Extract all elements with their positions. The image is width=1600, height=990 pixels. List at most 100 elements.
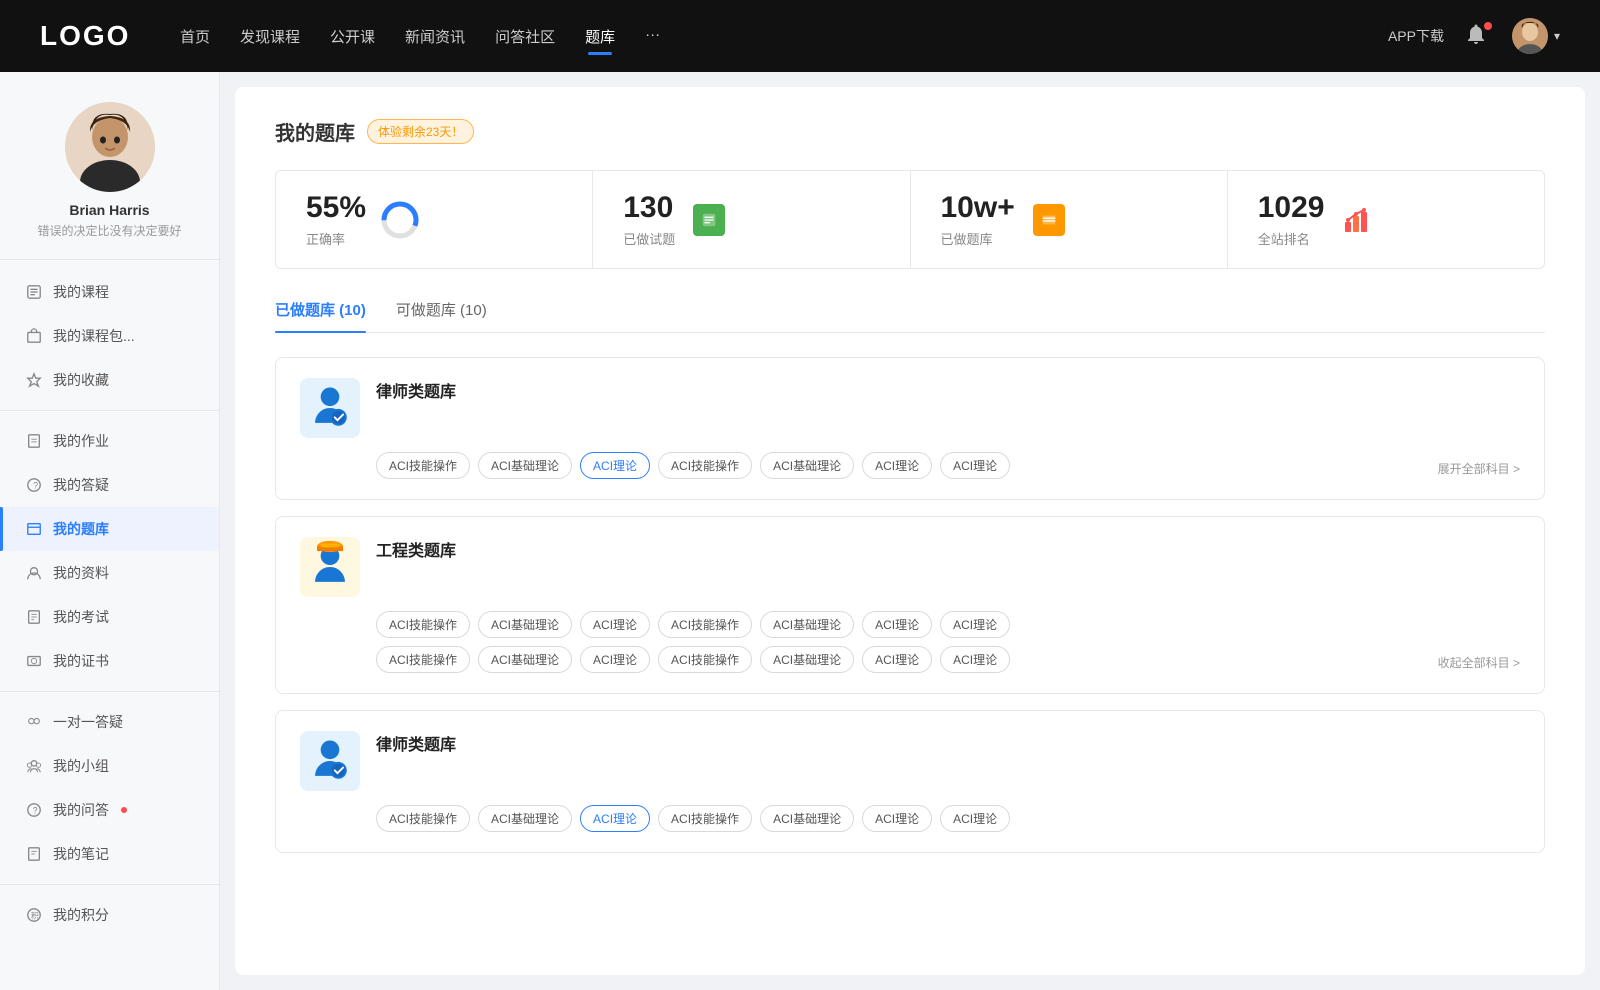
sidebar-profile: Brian Harris 错误的决定比没有决定要好 — [0, 102, 219, 260]
tag-2-r2-1[interactable]: ACI基础理论 — [478, 646, 572, 673]
tag-2-r2-5[interactable]: ACI理论 — [862, 646, 932, 673]
tag-2-r2-0[interactable]: ACI技能操作 — [376, 646, 470, 673]
sidebar-item-points[interactable]: 积 我的积分 — [0, 893, 219, 937]
nav-bank[interactable]: 题库 — [585, 22, 615, 51]
app-download-link[interactable]: APP下载 — [1388, 26, 1444, 46]
sidebar-label-notes: 我的笔记 — [53, 844, 109, 864]
page-title-row: 我的题库 体验剩余23天！ — [275, 117, 1545, 146]
nav-home[interactable]: 首页 — [180, 22, 210, 51]
nav-qa[interactable]: 问答社区 — [495, 22, 555, 51]
sidebar-item-qa[interactable]: ? 我的答疑 — [0, 463, 219, 507]
sidebar-item-group[interactable]: 我的小组 — [0, 744, 219, 788]
sidebar-item-exam[interactable]: 我的考试 — [0, 595, 219, 639]
sidebar-item-bank[interactable]: 我的题库 — [0, 507, 219, 551]
sidebar-label-points: 我的积分 — [53, 905, 109, 925]
qbank-tags-2-row2: ACI技能操作 ACI基础理论 ACI理论 ACI技能操作 ACI基础理论 AC… — [376, 646, 1520, 673]
tag-1-4[interactable]: ACI基础理论 — [760, 452, 854, 479]
tab-available[interactable]: 可做题库 (10) — [396, 299, 487, 332]
sidebar-item-notes[interactable]: 我的笔记 — [0, 832, 219, 876]
sidebar-label-group: 我的小组 — [53, 756, 109, 776]
tag-2-r2-3[interactable]: ACI技能操作 — [658, 646, 752, 673]
tag-2-r2-6[interactable]: ACI理论 — [940, 646, 1010, 673]
package-icon — [25, 327, 43, 345]
tag-2-5[interactable]: ACI理论 — [862, 611, 932, 638]
stat-accuracy-label: 正确率 — [306, 229, 366, 248]
sidebar-label-cert: 我的证书 — [53, 651, 109, 671]
tag-3-5[interactable]: ACI理论 — [862, 805, 932, 832]
qbank-header-2: 工程类题库 — [300, 537, 1520, 597]
course-icon — [25, 283, 43, 301]
myqa-dot — [121, 807, 127, 813]
nav-news[interactable]: 新闻资讯 — [405, 22, 465, 51]
expand-link-1[interactable]: 展开全部科目 > — [1018, 460, 1520, 479]
homework-icon — [25, 432, 43, 450]
nav-open[interactable]: 公开课 — [330, 22, 375, 51]
stat-accuracy-value: 55% — [306, 191, 366, 225]
sidebar-item-homework[interactable]: 我的作业 — [0, 419, 219, 463]
tag-2-r2-2[interactable]: ACI理论 — [580, 646, 650, 673]
header-right: APP下载 ▾ — [1388, 18, 1560, 54]
tag-2-4[interactable]: ACI基础理论 — [760, 611, 854, 638]
qbank-avatar-2 — [300, 537, 360, 597]
notification-bell[interactable] — [1464, 22, 1492, 50]
sidebar-label-tutor: 一对一答疑 — [53, 712, 123, 732]
sidebar-label-exam: 我的考试 — [53, 607, 109, 627]
tag-2-r2-4[interactable]: ACI基础理论 — [760, 646, 854, 673]
nav-more[interactable]: ··· — [645, 22, 660, 51]
main-content: 我的题库 体验剩余23天！ 55% 正确率 — [235, 87, 1585, 975]
qbank-avatar-3 — [300, 731, 360, 791]
page-title: 我的题库 — [275, 117, 355, 146]
qbank-tags-2-row1: ACI技能操作 ACI基础理论 ACI理论 ACI技能操作 ACI基础理论 AC… — [376, 611, 1520, 638]
tab-done[interactable]: 已做题库 (10) — [275, 299, 366, 332]
tag-1-3[interactable]: ACI技能操作 — [658, 452, 752, 479]
logo: LOGO — [40, 20, 140, 52]
tag-2-6[interactable]: ACI理论 — [940, 611, 1010, 638]
qbank-item-engineer: 工程类题库 ACI技能操作 ACI基础理论 ACI理论 ACI技能操作 ACI基… — [275, 516, 1545, 694]
user-avatar-dropdown[interactable]: ▾ — [1512, 18, 1560, 54]
user-dropdown-chevron: ▾ — [1554, 29, 1560, 43]
svg-text:?: ? — [33, 481, 38, 491]
tag-3-0[interactable]: ACI技能操作 — [376, 805, 470, 832]
tag-2-3[interactable]: ACI技能操作 — [658, 611, 752, 638]
profile-motto: 错误的决定比没有决定要好 — [22, 222, 196, 239]
sidebar-label-course: 我的课程 — [53, 282, 109, 302]
profile-avatar — [65, 102, 155, 192]
qbank-title-1: 律师类题库 — [376, 378, 456, 402]
tag-3-1[interactable]: ACI基础理论 — [478, 805, 572, 832]
sidebar-item-favorites[interactable]: 我的收藏 — [0, 358, 219, 402]
sidebar-menu: 我的课程 我的课程包... 我的收藏 — [0, 270, 219, 937]
sidebar-label-profile: 我的资料 — [53, 563, 109, 583]
tag-1-2[interactable]: ACI理论 — [580, 452, 650, 479]
tag-1-1[interactable]: ACI基础理论 — [478, 452, 572, 479]
stat-rank-value: 1029 — [1258, 191, 1325, 225]
tag-3-4[interactable]: ACI基础理论 — [760, 805, 854, 832]
tag-2-2[interactable]: ACI理论 — [580, 611, 650, 638]
qa-icon: ? — [25, 801, 43, 819]
tag-2-0[interactable]: ACI技能操作 — [376, 611, 470, 638]
sidebar-item-profile[interactable]: 我的资料 — [0, 551, 219, 595]
qbank-tags-1: ACI技能操作 ACI基础理论 ACI理论 ACI技能操作 ACI基础理论 AC… — [376, 452, 1520, 479]
exam-icon — [25, 608, 43, 626]
tag-1-6[interactable]: ACI理论 — [940, 452, 1010, 479]
accuracy-chart-icon — [380, 200, 420, 240]
tag-3-2[interactable]: ACI理论 — [580, 805, 650, 832]
tag-3-6[interactable]: ACI理论 — [940, 805, 1010, 832]
sidebar-item-cert[interactable]: 我的证书 — [0, 639, 219, 683]
stat-rank: 1029 全站排名 — [1228, 171, 1544, 268]
tag-2-1[interactable]: ACI基础理论 — [478, 611, 572, 638]
sidebar-item-myqa[interactable]: ? 我的问答 — [0, 788, 219, 832]
nav-courses[interactable]: 发现课程 — [240, 22, 300, 51]
tag-1-5[interactable]: ACI理论 — [862, 452, 932, 479]
tag-3-3[interactable]: ACI技能操作 — [658, 805, 752, 832]
trial-badge: 体验剩余23天！ — [367, 119, 474, 144]
collapse-link-2[interactable]: 收起全部科目 > — [1018, 654, 1520, 673]
stat-accuracy-text: 55% 正确率 — [306, 191, 366, 248]
sidebar-item-package[interactable]: 我的课程包... — [0, 314, 219, 358]
tag-1-0[interactable]: ACI技能操作 — [376, 452, 470, 479]
stats-row: 55% 正确率 130 已做试题 — [275, 170, 1545, 269]
sidebar-item-tutor[interactable]: 一对一答疑 — [0, 700, 219, 744]
stat-done-questions: 130 已做试题 — [593, 171, 910, 268]
sidebar-label-homework: 我的作业 — [53, 431, 109, 451]
sidebar-item-course[interactable]: 我的课程 — [0, 270, 219, 314]
notification-dot — [1484, 22, 1492, 30]
